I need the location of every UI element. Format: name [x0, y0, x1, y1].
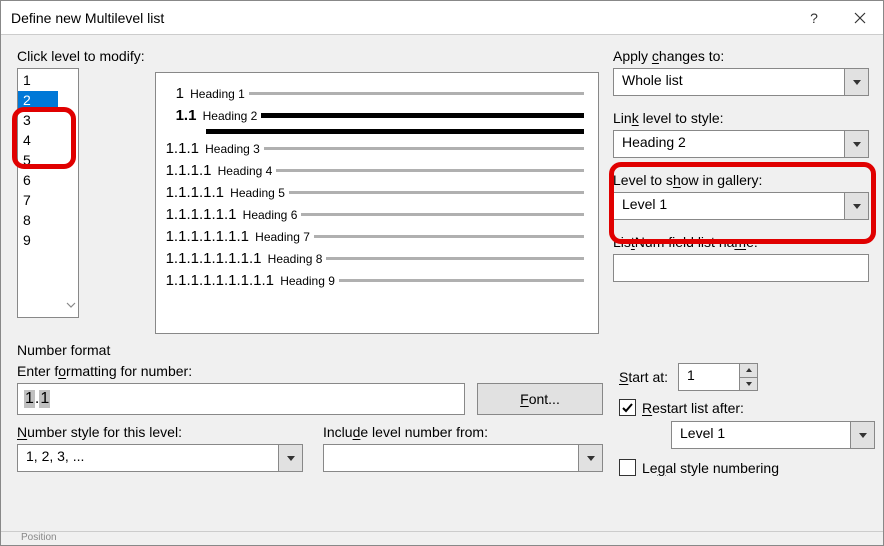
level-4[interactable]: 4	[18, 131, 58, 151]
level-list[interactable]: 1 2 3 4 5 6 7 8 9	[17, 68, 79, 318]
preview-heading: Heading 7	[255, 230, 314, 244]
preview-row: 1 Heading 1	[166, 85, 584, 102]
start-at-spinner[interactable]: 1	[678, 363, 758, 391]
apply-changes-combo[interactable]: Whole list	[613, 68, 869, 96]
number-format-section: Number format	[17, 342, 869, 358]
preview-heading: Heading 1	[190, 87, 249, 101]
preview-line	[289, 191, 584, 194]
level-7[interactable]: 7	[18, 191, 58, 211]
preview-line	[261, 113, 584, 118]
chevron-down-icon	[66, 297, 76, 315]
chevron-down-icon	[578, 445, 602, 471]
preview-row: 1.1.1.1.1.1.1.1 Heading 8	[166, 250, 584, 267]
preview-line	[314, 235, 584, 238]
spinner-up-button[interactable]	[739, 364, 757, 378]
level-5[interactable]: 5	[18, 151, 58, 171]
preview-row: 1.1.1 Heading 3	[166, 140, 584, 157]
number-style-combo[interactable]: 1, 2, 3, ...	[17, 444, 303, 472]
help-button[interactable]: ?	[791, 1, 837, 35]
apply-changes-value: Whole list	[614, 69, 844, 95]
preview-pane: 1 Heading 11.1 Heading 21.1.1 Heading 31…	[155, 72, 599, 334]
preview-number: 1.1.1.1.1	[166, 184, 231, 201]
preview-number: 1.1.1.1.1.1.1.1	[166, 250, 268, 267]
preview-row: 1.1.1.1.1.1.1 Heading 7	[166, 228, 584, 245]
close-button[interactable]	[837, 1, 883, 35]
start-at-label: Start at:	[619, 369, 668, 385]
level-3[interactable]: 3	[18, 111, 58, 131]
include-from-label: Include level number from:	[323, 424, 603, 440]
position-section-label: Position	[1, 531, 883, 545]
gallery-level-label: Level to show in gallery:	[613, 172, 869, 188]
listnum-input[interactable]	[613, 254, 869, 282]
dialog-title: Define new Multilevel list	[11, 10, 791, 26]
preview-line	[249, 92, 584, 95]
enter-formatting-label: Enter formatting for number:	[17, 363, 603, 379]
preview-row: 1.1.1.1.1 Heading 5	[166, 184, 584, 201]
include-from-combo[interactable]	[323, 444, 603, 472]
chevron-down-icon	[850, 422, 874, 448]
legal-numbering-label: Legal style numbering	[642, 460, 779, 476]
link-level-label: Link level to style:	[613, 110, 869, 126]
preview-number: 1.1.1.1.1.1.1.1.1	[166, 272, 281, 289]
preview-row-extra	[166, 129, 584, 134]
preview-heading: Heading 3	[205, 142, 264, 156]
level-2[interactable]: 2	[18, 91, 58, 111]
preview-row: 1.1.1.1.1.1.1.1.1 Heading 9	[166, 272, 584, 289]
font-button[interactable]: Font...	[477, 383, 603, 415]
formatting-input[interactable]: 1.1	[17, 383, 465, 415]
include-from-value	[324, 445, 578, 471]
link-level-value: Heading 2	[614, 131, 844, 157]
chevron-down-icon	[278, 445, 302, 471]
preview-line	[326, 257, 584, 260]
preview-line	[301, 213, 584, 216]
restart-after-combo[interactable]: Level 1	[671, 421, 875, 449]
listnum-label: ListNum field list name:	[613, 234, 869, 250]
legal-numbering-checkbox[interactable]: Legal style numbering	[619, 459, 875, 476]
preview-heading: Heading 5	[230, 186, 289, 200]
gallery-level-value: Level 1	[614, 193, 844, 219]
preview-row: 1.1.1.1 Heading 4	[166, 162, 584, 179]
preview-number: 1.1.1.1.1.1	[166, 206, 243, 223]
dialog: Define new Multilevel list ? Click level…	[0, 0, 884, 546]
chevron-down-icon	[844, 131, 868, 157]
preview-row: 1.1.1.1.1.1 Heading 6	[166, 206, 584, 223]
close-icon	[854, 12, 866, 24]
restart-after-label: Restart list after:	[642, 400, 744, 416]
preview-heading: Heading 8	[268, 252, 327, 266]
restart-after-value: Level 1	[672, 422, 850, 448]
level-1[interactable]: 1	[18, 71, 58, 91]
preview-row: 1.1 Heading 2	[166, 107, 584, 124]
preview-line	[339, 279, 584, 282]
spinner-down-button[interactable]	[739, 378, 757, 391]
preview-number: 1.1.1.1	[166, 162, 218, 179]
titlebar: Define new Multilevel list ?	[1, 1, 883, 35]
click-level-label: Click level to modify:	[17, 48, 145, 64]
number-style-label: Number style for this level:	[17, 424, 303, 440]
chevron-down-icon	[844, 69, 868, 95]
gallery-level-combo[interactable]: Level 1	[613, 192, 869, 220]
preview-heading: Heading 6	[243, 208, 302, 222]
preview-line	[264, 147, 584, 150]
level-6[interactable]: 6	[18, 171, 58, 191]
preview-heading: Heading 9	[280, 274, 339, 288]
preview-number: 1.1	[176, 107, 203, 124]
preview-number: 1.1.1	[166, 140, 206, 157]
preview-line	[206, 129, 584, 134]
restart-after-checkbox[interactable]: Restart list after:	[619, 399, 875, 416]
preview-heading: Heading 4	[218, 164, 277, 178]
chevron-down-icon	[844, 193, 868, 219]
number-style-value: 1, 2, 3, ...	[18, 445, 278, 471]
link-level-combo[interactable]: Heading 2	[613, 130, 869, 158]
level-8[interactable]: 8	[18, 211, 58, 231]
level-9[interactable]: 9	[18, 231, 58, 251]
preview-number: 1	[176, 85, 191, 102]
apply-changes-label: Apply changes to:	[613, 48, 869, 64]
preview-number: 1.1.1.1.1.1.1	[166, 228, 256, 245]
preview-line	[276, 169, 584, 172]
preview-heading: Heading 2	[203, 109, 262, 123]
